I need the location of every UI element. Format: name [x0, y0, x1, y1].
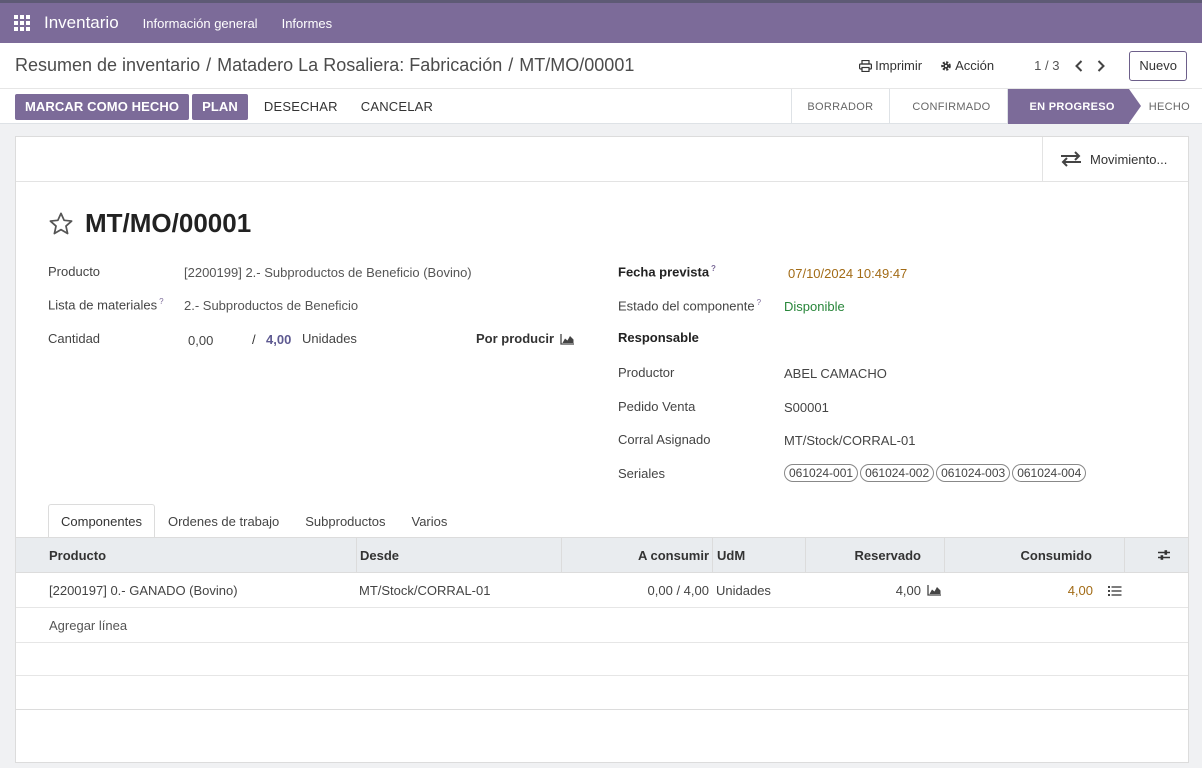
- col-consumed[interactable]: Consumido: [944, 538, 1096, 572]
- scheduled-date-label-text: Fecha prevista: [618, 264, 710, 280]
- col-reserved[interactable]: Reservado: [805, 538, 945, 572]
- favorite-star-icon[interactable]: [48, 211, 74, 237]
- notebook-tabs: Componentes Ordenes de trabajo Subproduc…: [48, 504, 460, 538]
- table-row[interactable]: [2200197] 0.- GANADO (Bovino) MT/Stock/C…: [16, 573, 1188, 608]
- mark-done-button[interactable]: MARCAR COMO HECHO: [15, 93, 190, 120]
- print-icon: [859, 59, 873, 72]
- col-from[interactable]: Desde: [356, 538, 561, 572]
- form-sheet: Movimiento... MT/MO/00001 Producto [2200…: [15, 136, 1189, 763]
- component-status-value: Disponible: [784, 299, 845, 314]
- sale-order-label: Pedido Venta: [618, 399, 696, 414]
- corral-label: Corral Asignado: [618, 432, 711, 447]
- discard-button[interactable]: DESECHAR: [264, 99, 338, 114]
- menu-general-info[interactable]: Información general: [143, 16, 258, 31]
- exchange-icon: [1061, 151, 1081, 167]
- quantity-produced-input[interactable]: 0,00: [188, 333, 213, 348]
- add-line-link[interactable]: Agregar línea: [49, 608, 127, 642]
- action-label: Acción: [955, 58, 995, 73]
- breadcrumb-current: MT/MO/00001: [519, 55, 635, 75]
- top-navbar: Inventario Información general Informes: [0, 0, 1202, 43]
- area-chart-icon[interactable]: [560, 333, 575, 345]
- stage-in-progress[interactable]: EN PROGRESO: [1006, 89, 1142, 124]
- bom-field[interactable]: 2.- Subproductos de Beneficio: [184, 298, 358, 313]
- corral-field[interactable]: MT/Stock/CORRAL-01: [784, 433, 915, 448]
- stage-draft[interactable]: BORRADOR: [791, 89, 889, 124]
- control-panel: Resumen de inventario / Matadero La Rosali…: [0, 43, 1202, 124]
- column-settings-icon[interactable]: [1124, 538, 1188, 572]
- responsible-label: Responsable: [618, 330, 699, 345]
- apps-menu-icon[interactable]: [0, 3, 44, 43]
- serial-tag[interactable]: 061024-003: [936, 464, 1011, 482]
- gear-icon: [941, 60, 951, 71]
- moves-smart-button[interactable]: Movimiento...: [1042, 137, 1188, 181]
- row-product: [2200197] 0.- GANADO (Bovino): [49, 582, 238, 598]
- forecast-chart-icon[interactable]: [927, 584, 942, 596]
- components-table: Producto Desde A consumir UdM Reservado …: [16, 537, 1188, 710]
- empty-row: [16, 676, 1188, 710]
- quantity-uom: Unidades: [302, 331, 357, 346]
- serial-tag[interactable]: 061024-001: [784, 464, 859, 482]
- table-header: Producto Desde A consumir UdM Reservado …: [16, 537, 1188, 573]
- bom-label-text: Lista de materiales: [48, 297, 158, 313]
- serials-label: Seriales: [618, 466, 665, 481]
- serial-tag[interactable]: 061024-004: [1012, 464, 1087, 482]
- status-bar: BORRADOR CONFIRMADO EN PROGRESO HECHO: [791, 89, 1202, 124]
- tab-misc[interactable]: Varios: [398, 504, 460, 538]
- empty-row: [16, 643, 1188, 676]
- bom-label: Lista de materiales?: [48, 297, 164, 312]
- component-status-label-text: Estado del componente: [618, 298, 755, 314]
- action-button[interactable]: Acción: [940, 58, 994, 73]
- pager-next-icon[interactable]: [1091, 56, 1111, 76]
- producer-label: Productor: [618, 365, 675, 380]
- help-icon[interactable]: ?: [757, 298, 761, 307]
- serials-field[interactable]: 061024-001 061024-002 061024-003 061024-004: [784, 464, 1088, 482]
- row-from: MT/Stock/CORRAL-01: [359, 582, 491, 598]
- breadcrumb: Resumen de inventario / Matadero La Rosali…: [15, 55, 841, 76]
- help-icon[interactable]: ?: [159, 297, 163, 306]
- print-label: Imprimir: [875, 58, 923, 73]
- col-uom[interactable]: UdM: [712, 538, 806, 572]
- row-to-consume[interactable]: 0,00 / 4,00: [561, 573, 709, 607]
- component-status-label: Estado del componente?: [618, 298, 761, 313]
- cancel-button[interactable]: CANCELAR: [361, 99, 433, 114]
- details-list-icon[interactable]: [1108, 585, 1122, 597]
- add-line-row: Agregar línea: [16, 608, 1188, 643]
- breadcrumb-inventory-overview[interactable]: Resumen de inventario: [15, 55, 200, 75]
- moves-label: Movimiento...: [1090, 151, 1168, 167]
- serial-tag[interactable]: 061024-002: [860, 464, 935, 482]
- breadcrumb-separator: /: [508, 55, 514, 75]
- plan-button[interactable]: PLAN: [192, 93, 248, 120]
- producer-field[interactable]: ABEL CAMACHO: [784, 366, 887, 381]
- pager-value[interactable]: 1 / 3: [1034, 58, 1059, 73]
- product-label: Producto: [48, 264, 101, 279]
- help-icon[interactable]: ?: [711, 264, 716, 273]
- scheduled-date-label: Fecha prevista?: [618, 264, 716, 279]
- button-box: Movimiento...: [16, 137, 1188, 182]
- quantity-total-input[interactable]: 4,00: [266, 332, 291, 347]
- row-reserved: 4,00: [895, 582, 921, 598]
- stage-confirmed[interactable]: CONFIRMADO: [889, 89, 1006, 124]
- quantity-separator: /: [252, 332, 256, 347]
- tab-components[interactable]: Componentes: [48, 504, 155, 538]
- quantity-label: Cantidad: [48, 331, 101, 346]
- sale-order-field[interactable]: S00001: [784, 400, 829, 415]
- record-title: MT/MO/00001: [85, 208, 252, 238]
- pager-previous-icon[interactable]: [1069, 56, 1089, 76]
- col-product[interactable]: Producto: [49, 538, 354, 572]
- scheduled-date-field[interactable]: 07/10/2024 10:49:47: [788, 266, 907, 281]
- row-uom: Unidades: [716, 582, 771, 598]
- col-to-consume[interactable]: A consumir: [561, 538, 713, 572]
- row-consumed[interactable]: 4,00: [944, 573, 1093, 607]
- product-field[interactable]: [2200199] 2.- Subproductos de Beneficio …: [184, 265, 472, 280]
- app-name[interactable]: Inventario: [44, 13, 119, 33]
- menu-reports[interactable]: Informes: [282, 16, 333, 31]
- print-button[interactable]: Imprimir: [859, 58, 922, 73]
- new-button[interactable]: Nuevo: [1129, 50, 1187, 81]
- breadcrumb-manufacturing[interactable]: Matadero La Rosaliera: Fabricación: [217, 55, 502, 75]
- to-produce-button[interactable]: Por producir: [476, 331, 554, 346]
- breadcrumb-separator: /: [206, 55, 212, 75]
- tab-work-orders[interactable]: Ordenes de trabajo: [155, 504, 292, 538]
- tab-byproducts[interactable]: Subproductos: [292, 504, 398, 538]
